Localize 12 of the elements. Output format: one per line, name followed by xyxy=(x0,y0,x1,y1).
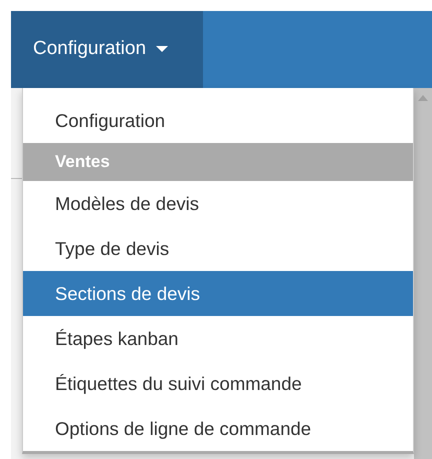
menu-item[interactable]: Type de devis xyxy=(23,226,413,271)
menu-item[interactable]: Options de ligne de commande xyxy=(23,406,413,451)
menu-section-header: Ventes xyxy=(23,143,413,181)
menu-item[interactable]: Modèles de devis xyxy=(23,181,413,226)
menu-item[interactable]: Sections de devis xyxy=(23,271,413,316)
scroll-up-icon[interactable] xyxy=(417,94,429,102)
scrollbar[interactable] xyxy=(414,88,432,459)
menu-item[interactable]: Étapes kanban xyxy=(23,316,413,361)
menu-item[interactable]: Configuration xyxy=(23,98,413,143)
caret-icon xyxy=(156,46,168,53)
menu-item[interactable]: Étiquettes du suivi commande xyxy=(23,361,413,406)
configuration-menu[interactable]: Configuration xyxy=(11,11,203,88)
